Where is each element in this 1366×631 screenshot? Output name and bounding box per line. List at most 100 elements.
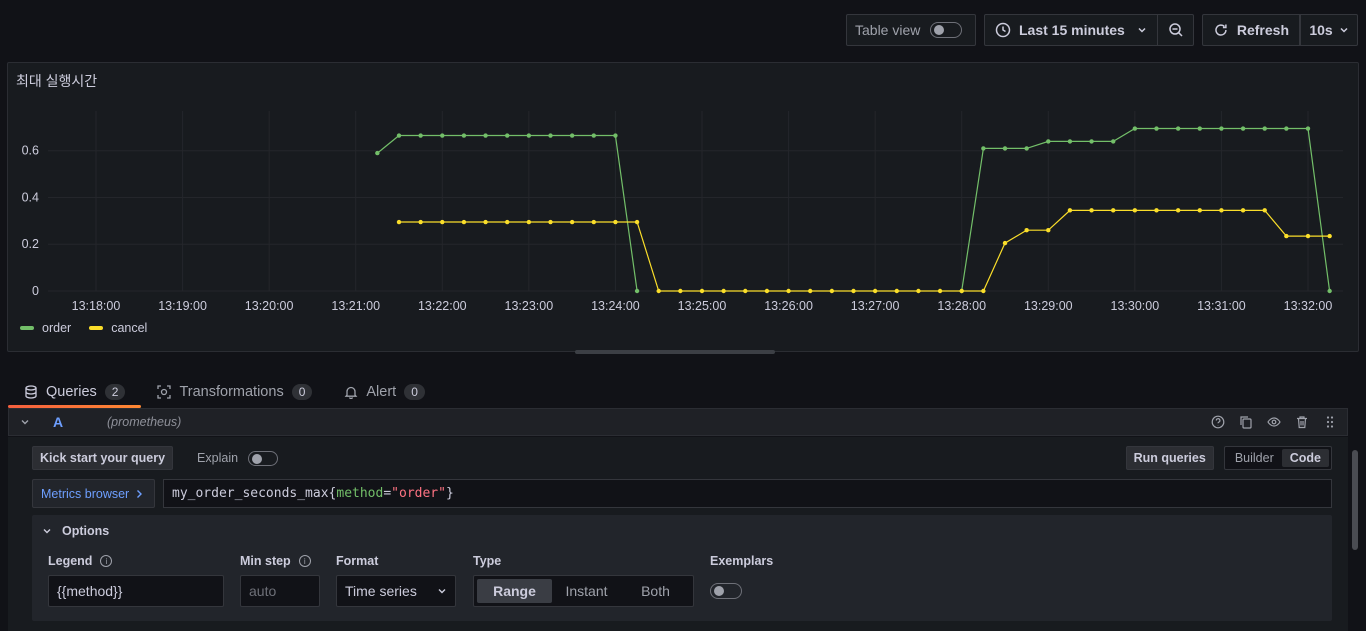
exemplars-field: Exemplars: [710, 553, 773, 599]
data-point-cancel: [808, 288, 813, 294]
data-point-cancel: [1197, 208, 1202, 213]
min-step-label: Min step: [240, 554, 291, 568]
info-icon[interactable]: i: [100, 555, 113, 567]
legend-item-cancel[interactable]: cancel: [89, 321, 147, 335]
help-icon[interactable]: [1211, 415, 1225, 429]
data-point-order: [1197, 126, 1202, 131]
data-point-order: [1240, 126, 1246, 131]
data-point-cancel: [937, 288, 943, 294]
data-point-order: [396, 133, 402, 138]
x-tick-label: 13:25:00: [678, 299, 727, 313]
data-point-cancel: [1067, 208, 1073, 213]
x-tick-label: 13:18:00: [72, 299, 121, 313]
table-view-label: Table view: [855, 22, 921, 38]
legend-input[interactable]: {{method}}: [48, 575, 224, 607]
explain-toggle[interactable]: Explain: [197, 450, 279, 466]
refresh-interval-dropdown[interactable]: 10s: [1300, 14, 1358, 46]
run-queries-button[interactable]: Run queries: [1125, 446, 1214, 470]
tab-alert[interactable]: Alert 0: [328, 376, 441, 408]
data-point-order: [418, 133, 423, 138]
tab-queries[interactable]: Queries 2: [8, 376, 142, 408]
data-point-cancel: [981, 288, 986, 294]
legend-item-order[interactable]: order: [20, 321, 71, 335]
refresh-icon: [1215, 24, 1227, 36]
timeseries-chart: 13:18:00 13:19:00 13:20:00 13:21:00 13:22:00…: [22, 111, 1343, 313]
query-ref-id[interactable]: A: [53, 414, 93, 430]
tab-transformations[interactable]: Transformations 0: [141, 376, 328, 408]
type-range-option[interactable]: Range: [477, 579, 552, 603]
mode-builder[interactable]: Builder: [1227, 449, 1282, 467]
trash-icon[interactable]: [1295, 415, 1309, 429]
data-point-order: [1002, 146, 1008, 151]
expr-metric: my_order_seconds_max: [172, 486, 329, 501]
time-range-button[interactable]: Last 15 minutes: [984, 14, 1158, 46]
data-point-cancel: [1284, 233, 1289, 239]
table-view-switch[interactable]: [930, 22, 963, 38]
tab-transformations-count: 0: [291, 384, 313, 400]
format-label: Format: [336, 554, 379, 568]
data-point-cancel: [829, 288, 835, 294]
type-instant-option[interactable]: Instant: [552, 579, 621, 603]
transform-icon: [157, 385, 172, 399]
eye-icon[interactable]: [1267, 415, 1281, 429]
query-expression-input[interactable]: my_order_seconds_max{method = "order"}: [163, 479, 1332, 508]
x-tick-label: 13:23:00: [505, 299, 554, 313]
x-tick-label: 13:19:00: [158, 299, 207, 313]
data-point-cancel: [1175, 208, 1181, 213]
data-point-cancel: [916, 288, 921, 294]
data-point-order: [613, 133, 618, 138]
info-icon[interactable]: i: [298, 555, 311, 567]
data-point-cancel: [786, 288, 791, 294]
data-point-order: [591, 133, 596, 138]
x-tick-label: 13:28:00: [937, 299, 986, 313]
legend-swatch: [20, 326, 34, 330]
x-tick-label: 13:22:00: [418, 299, 467, 313]
x-tick-label: 13:29:00: [1024, 299, 1073, 313]
refresh-button[interactable]: Refresh: [1202, 14, 1300, 46]
legend-field: Legend i {{method}}: [48, 553, 224, 607]
scrollbar-thumb[interactable]: [1352, 450, 1358, 550]
legend-swatch: [89, 326, 104, 330]
data-point-cancel: [656, 288, 661, 294]
data-point-cancel: [634, 219, 640, 225]
table-view-toggle[interactable]: Table view: [846, 14, 976, 46]
zoom-out-button[interactable]: [1158, 14, 1194, 46]
exemplars-switch[interactable]: [710, 583, 742, 599]
chevron-right-icon: [137, 489, 143, 498]
zoom-out-icon: [1168, 23, 1183, 37]
metrics-browser-button[interactable]: Metrics browser: [32, 479, 155, 508]
data-point-order: [1219, 126, 1224, 131]
query-controls: Kick start your query Explain Run querie…: [32, 446, 1332, 470]
data-point-order: [1132, 126, 1138, 131]
mode-code[interactable]: Code: [1281, 449, 1329, 467]
explain-switch[interactable]: [248, 450, 279, 466]
bell-icon: [344, 386, 358, 399]
data-point-order: [1154, 126, 1159, 131]
min-step-input[interactable]: auto: [240, 575, 320, 607]
metrics-browser-label: Metrics browser: [41, 486, 130, 501]
format-select[interactable]: Time series: [336, 575, 456, 607]
x-tick-label: 13:31:00: [1197, 299, 1246, 313]
data-point-order: [1046, 139, 1051, 144]
explain-label: Explain: [197, 451, 239, 465]
data-point-cancel: [483, 219, 488, 225]
type-label: Type: [473, 554, 502, 568]
options-toggle[interactable]: Options: [42, 524, 109, 538]
data-point-cancel: [396, 219, 402, 225]
tab-queries-count: 2: [104, 384, 126, 400]
kick-start-button[interactable]: Kick start your query: [32, 446, 174, 470]
data-point-cancel: [526, 219, 532, 225]
duplicate-icon[interactable]: [1239, 415, 1253, 429]
data-point-order: [1262, 126, 1267, 131]
expr-brace-open: {: [328, 486, 337, 501]
panel-resize-handle[interactable]: [575, 350, 775, 354]
type-both-option[interactable]: Both: [621, 579, 690, 603]
tab-queries-label: Queries: [46, 384, 97, 400]
min-step-field: Min step i auto: [240, 553, 320, 607]
collapse-chevron-icon[interactable]: [19, 416, 31, 428]
drag-handle-icon[interactable]: [1323, 415, 1337, 429]
editor-scrollbar[interactable]: [1352, 410, 1358, 630]
format-field: Format Time series: [336, 553, 456, 607]
data-point-cancel: [548, 219, 553, 225]
data-point-cancel: [764, 288, 770, 294]
